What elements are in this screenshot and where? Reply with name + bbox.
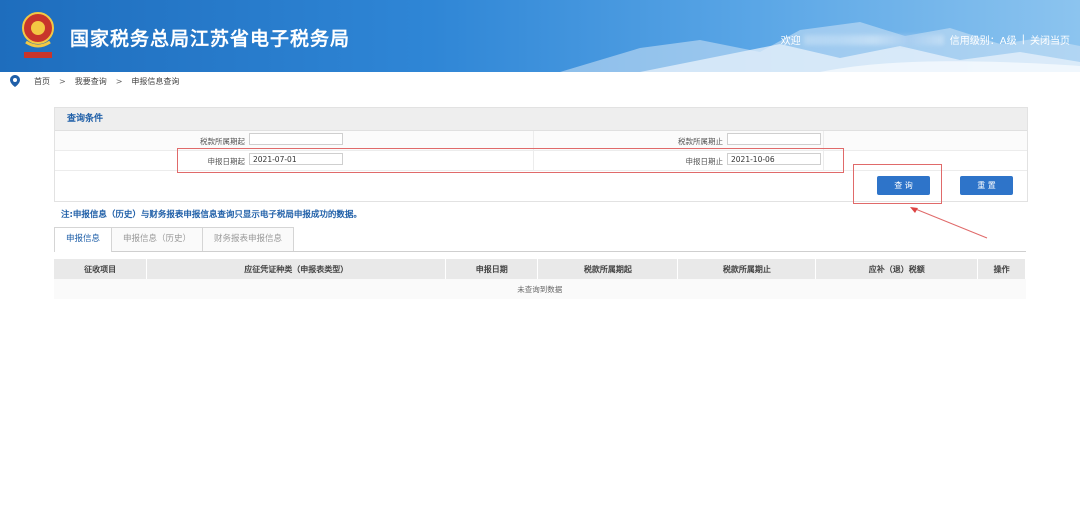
filing-date-start-label: 申报日期起 <box>207 157 246 166</box>
tax-period-end-input[interactable] <box>727 133 821 145</box>
result-tabs: 申报信息 申报信息（历史） 财务报表申报信息 <box>54 227 1026 252</box>
col-period-start: 税款所属期起 <box>537 259 679 279</box>
breadcrumb-home[interactable]: 首页 <box>34 76 50 87</box>
tax-period-start-label: 税款所属期起 <box>200 137 245 146</box>
filing-date-end-input[interactable] <box>727 153 821 165</box>
credit-level: 信用级别：A级 <box>949 36 1017 47</box>
breadcrumb-current: 申报信息查询 <box>131 76 180 86</box>
tab-filing-info[interactable]: 申报信息 <box>54 227 113 252</box>
table-header-row: 征收项目 应征凭证种类（申报表类型） 申报日期 税款所属期起 税款所属期止 应补… <box>54 259 1026 279</box>
breadcrumb-query[interactable]: 我要查询 <box>75 76 107 87</box>
query-button[interactable]: 查 询 <box>877 176 930 195</box>
site-title: 国家税务总局江苏省电子税务局 <box>70 28 351 50</box>
tax-period-start-input[interactable] <box>249 133 343 145</box>
tab-filing-history[interactable]: 申报信息（历史） <box>111 227 204 251</box>
welcome-label: 欢迎 <box>780 36 801 47</box>
location-pin-icon <box>10 75 20 87</box>
col-period-end: 税款所属期止 <box>677 259 817 279</box>
site-header: 国家税务总局江苏省电子税务局 欢迎 信用级别：A级 | 关闭当页 <box>0 0 1080 72</box>
query-panel: 查询条件 税款所属期起 税款所属期止 申报日期起 申报日期止 查 询 重 置 <box>54 107 1028 202</box>
blurred-username <box>803 34 944 45</box>
breadcrumb-arrow: > <box>115 76 123 86</box>
filing-date-start-input[interactable] <box>249 153 343 165</box>
empty-result-text: 未查询到数据 <box>54 279 1026 299</box>
user-area: 欢迎 信用级别：A级 | 关闭当页 <box>781 32 1070 47</box>
col-filing-date: 申报日期 <box>445 259 539 279</box>
notice-text: 注:申报信息（历史）与财务报表申报信息查询只显示电子税局申报成功的数据。 <box>61 210 362 220</box>
column-divider <box>823 131 824 171</box>
reset-button[interactable]: 重 置 <box>960 176 1013 195</box>
query-section-title: 查询条件 <box>55 108 1027 131</box>
tax-emblem-icon <box>22 12 54 58</box>
query-row-tax-period: 税款所属期起 税款所属期止 <box>55 131 1027 151</box>
col-operation: 操作 <box>977 259 1026 279</box>
filing-date-end-label: 申报日期止 <box>685 157 724 166</box>
close-page-link[interactable]: 关闭当页 <box>1030 32 1070 47</box>
tab-financial-statements[interactable]: 财务报表申报信息 <box>202 227 295 251</box>
breadcrumb-arrow: > <box>59 76 66 86</box>
col-voucher-type: 应征凭证种类（申报表类型） <box>146 259 447 279</box>
separator: | <box>1021 34 1025 45</box>
table-row: 未查询到数据 <box>54 279 1026 299</box>
tax-period-end-label: 税款所属期止 <box>678 137 723 146</box>
query-row-filing-date: 申报日期起 申报日期止 <box>55 151 1027 171</box>
col-levy-item: 征收项目 <box>54 259 148 279</box>
breadcrumb: 首页 > 我要查询 > 申报信息查询 <box>10 73 179 89</box>
result-table: 征收项目 应征凭证种类（申报表类型） 申报日期 税款所属期起 税款所属期止 应补… <box>54 259 1026 299</box>
col-tax-amount: 应补（退）税额 <box>815 259 979 279</box>
column-divider <box>533 131 534 171</box>
